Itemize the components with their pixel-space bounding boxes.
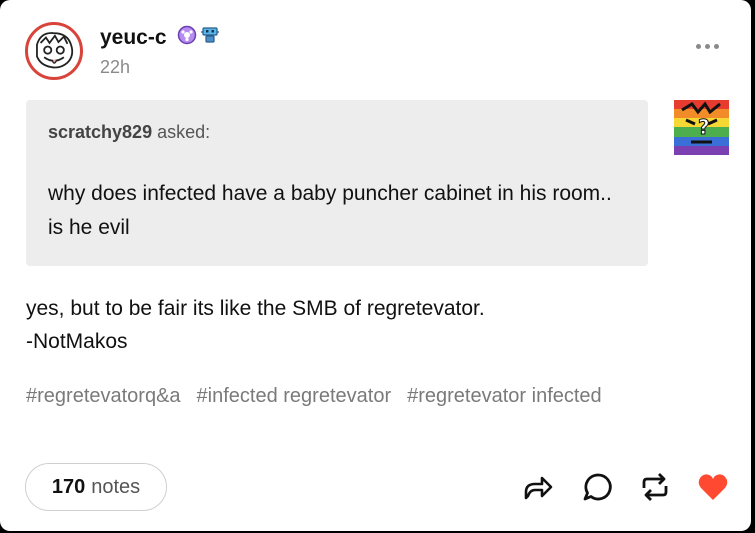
heart-icon	[698, 474, 728, 500]
more-icon	[713, 43, 719, 49]
more-icon	[704, 43, 710, 49]
notes-button[interactable]: 170 notes	[25, 463, 167, 511]
answer-signature: -NotMakos	[26, 330, 128, 353]
asker-name[interactable]: scratchy829	[48, 122, 152, 142]
notes-label: notes	[91, 475, 141, 498]
share-icon	[524, 476, 553, 500]
post-card: yeuc-c 22h scratchy829 asked: why does i…	[0, 0, 751, 531]
more-icon	[695, 43, 701, 49]
answer-line: yes, but to be fair its like the SMB of …	[26, 297, 485, 320]
tag-link[interactable]: #regretevatorq&a	[26, 385, 181, 408]
reply-icon	[583, 473, 612, 501]
reply-button[interactable]	[581, 470, 615, 504]
author-badges	[177, 25, 220, 45]
purple-flower-badge-icon[interactable]	[177, 25, 197, 45]
svg-text:?: ?	[698, 115, 710, 139]
ask-box: scratchy829 asked: why does infected hav…	[26, 100, 648, 266]
share-button[interactable]	[521, 470, 555, 504]
author-avatar[interactable]	[25, 22, 83, 80]
notes-count: 170	[51, 475, 86, 498]
reblog-icon	[642, 473, 668, 501]
tag-list: #regretevatorq&a #infected regretevator …	[26, 385, 602, 408]
author-name[interactable]: yeuc-c	[100, 26, 167, 50]
more-options-button[interactable]	[692, 36, 722, 56]
ask-question: why does infected have a baby puncher ca…	[48, 182, 612, 239]
tag-link[interactable]: #infected regretevator	[197, 385, 392, 408]
post-timestamp[interactable]: 22h	[100, 57, 130, 78]
answer-body: yes, but to be fair its like the SMB of …	[26, 292, 706, 358]
reblog-button[interactable]	[638, 470, 672, 504]
like-button[interactable]	[696, 470, 730, 504]
blue-robot-badge-icon[interactable]	[200, 25, 220, 45]
tag-link[interactable]: #regretevator infected	[407, 385, 602, 408]
asked-label: asked:	[157, 122, 211, 142]
asker-avatar[interactable]: ?	[674, 100, 729, 155]
asker-line: scratchy829 asked:	[48, 122, 210, 143]
